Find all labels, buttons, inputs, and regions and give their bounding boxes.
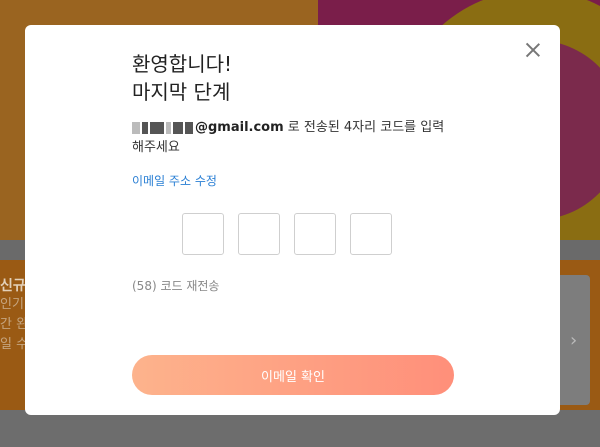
modal-content: 환영합니다! 마지막 단계 @gmail.com 로 전송된 4자리 코드를 입… (132, 50, 492, 294)
resend-countdown: (58) (132, 279, 157, 293)
code-digit-input[interactable] (350, 213, 392, 255)
masked-email-prefix (132, 121, 193, 134)
verification-description: @gmail.com 로 전송된 4자리 코드를 입력 해주세요 (132, 118, 492, 158)
modal-title-line1: 환영합니다! (132, 52, 233, 76)
edit-email-link[interactable]: 이메일 주소 수정 (132, 172, 217, 189)
description-text-line2: 해주세요 (132, 140, 180, 155)
background-footer (0, 410, 600, 447)
email-address: @gmail.com (195, 120, 284, 135)
chevron-right-icon: › (570, 330, 578, 351)
email-verification-modal: 환영합니다! 마지막 단계 @gmail.com 로 전송된 4자리 코드를 입… (25, 25, 560, 415)
description-text: 로 전송된 4자리 코드를 입력 (283, 120, 445, 135)
close-icon[interactable] (524, 41, 542, 59)
code-digit-input[interactable] (294, 213, 336, 255)
code-digit-input[interactable] (182, 213, 224, 255)
background-promo-line: 인기 (0, 297, 24, 312)
resend-label: 코드 재전송 (156, 279, 220, 293)
confirm-email-button[interactable]: 이메일 확인 (132, 355, 454, 395)
modal-title: 환영합니다! 마지막 단계 (132, 50, 492, 106)
code-digit-input[interactable] (238, 213, 280, 255)
background-promo-line: 일 수 (0, 337, 29, 352)
resend-code-link[interactable]: (58) 코드 재전송 (132, 277, 492, 294)
code-input-row (182, 213, 492, 255)
modal-title-line2: 마지막 단계 (132, 80, 231, 104)
background-promo-line: 간 완 (0, 317, 29, 332)
background-promo-title: 신규 (0, 278, 26, 294)
